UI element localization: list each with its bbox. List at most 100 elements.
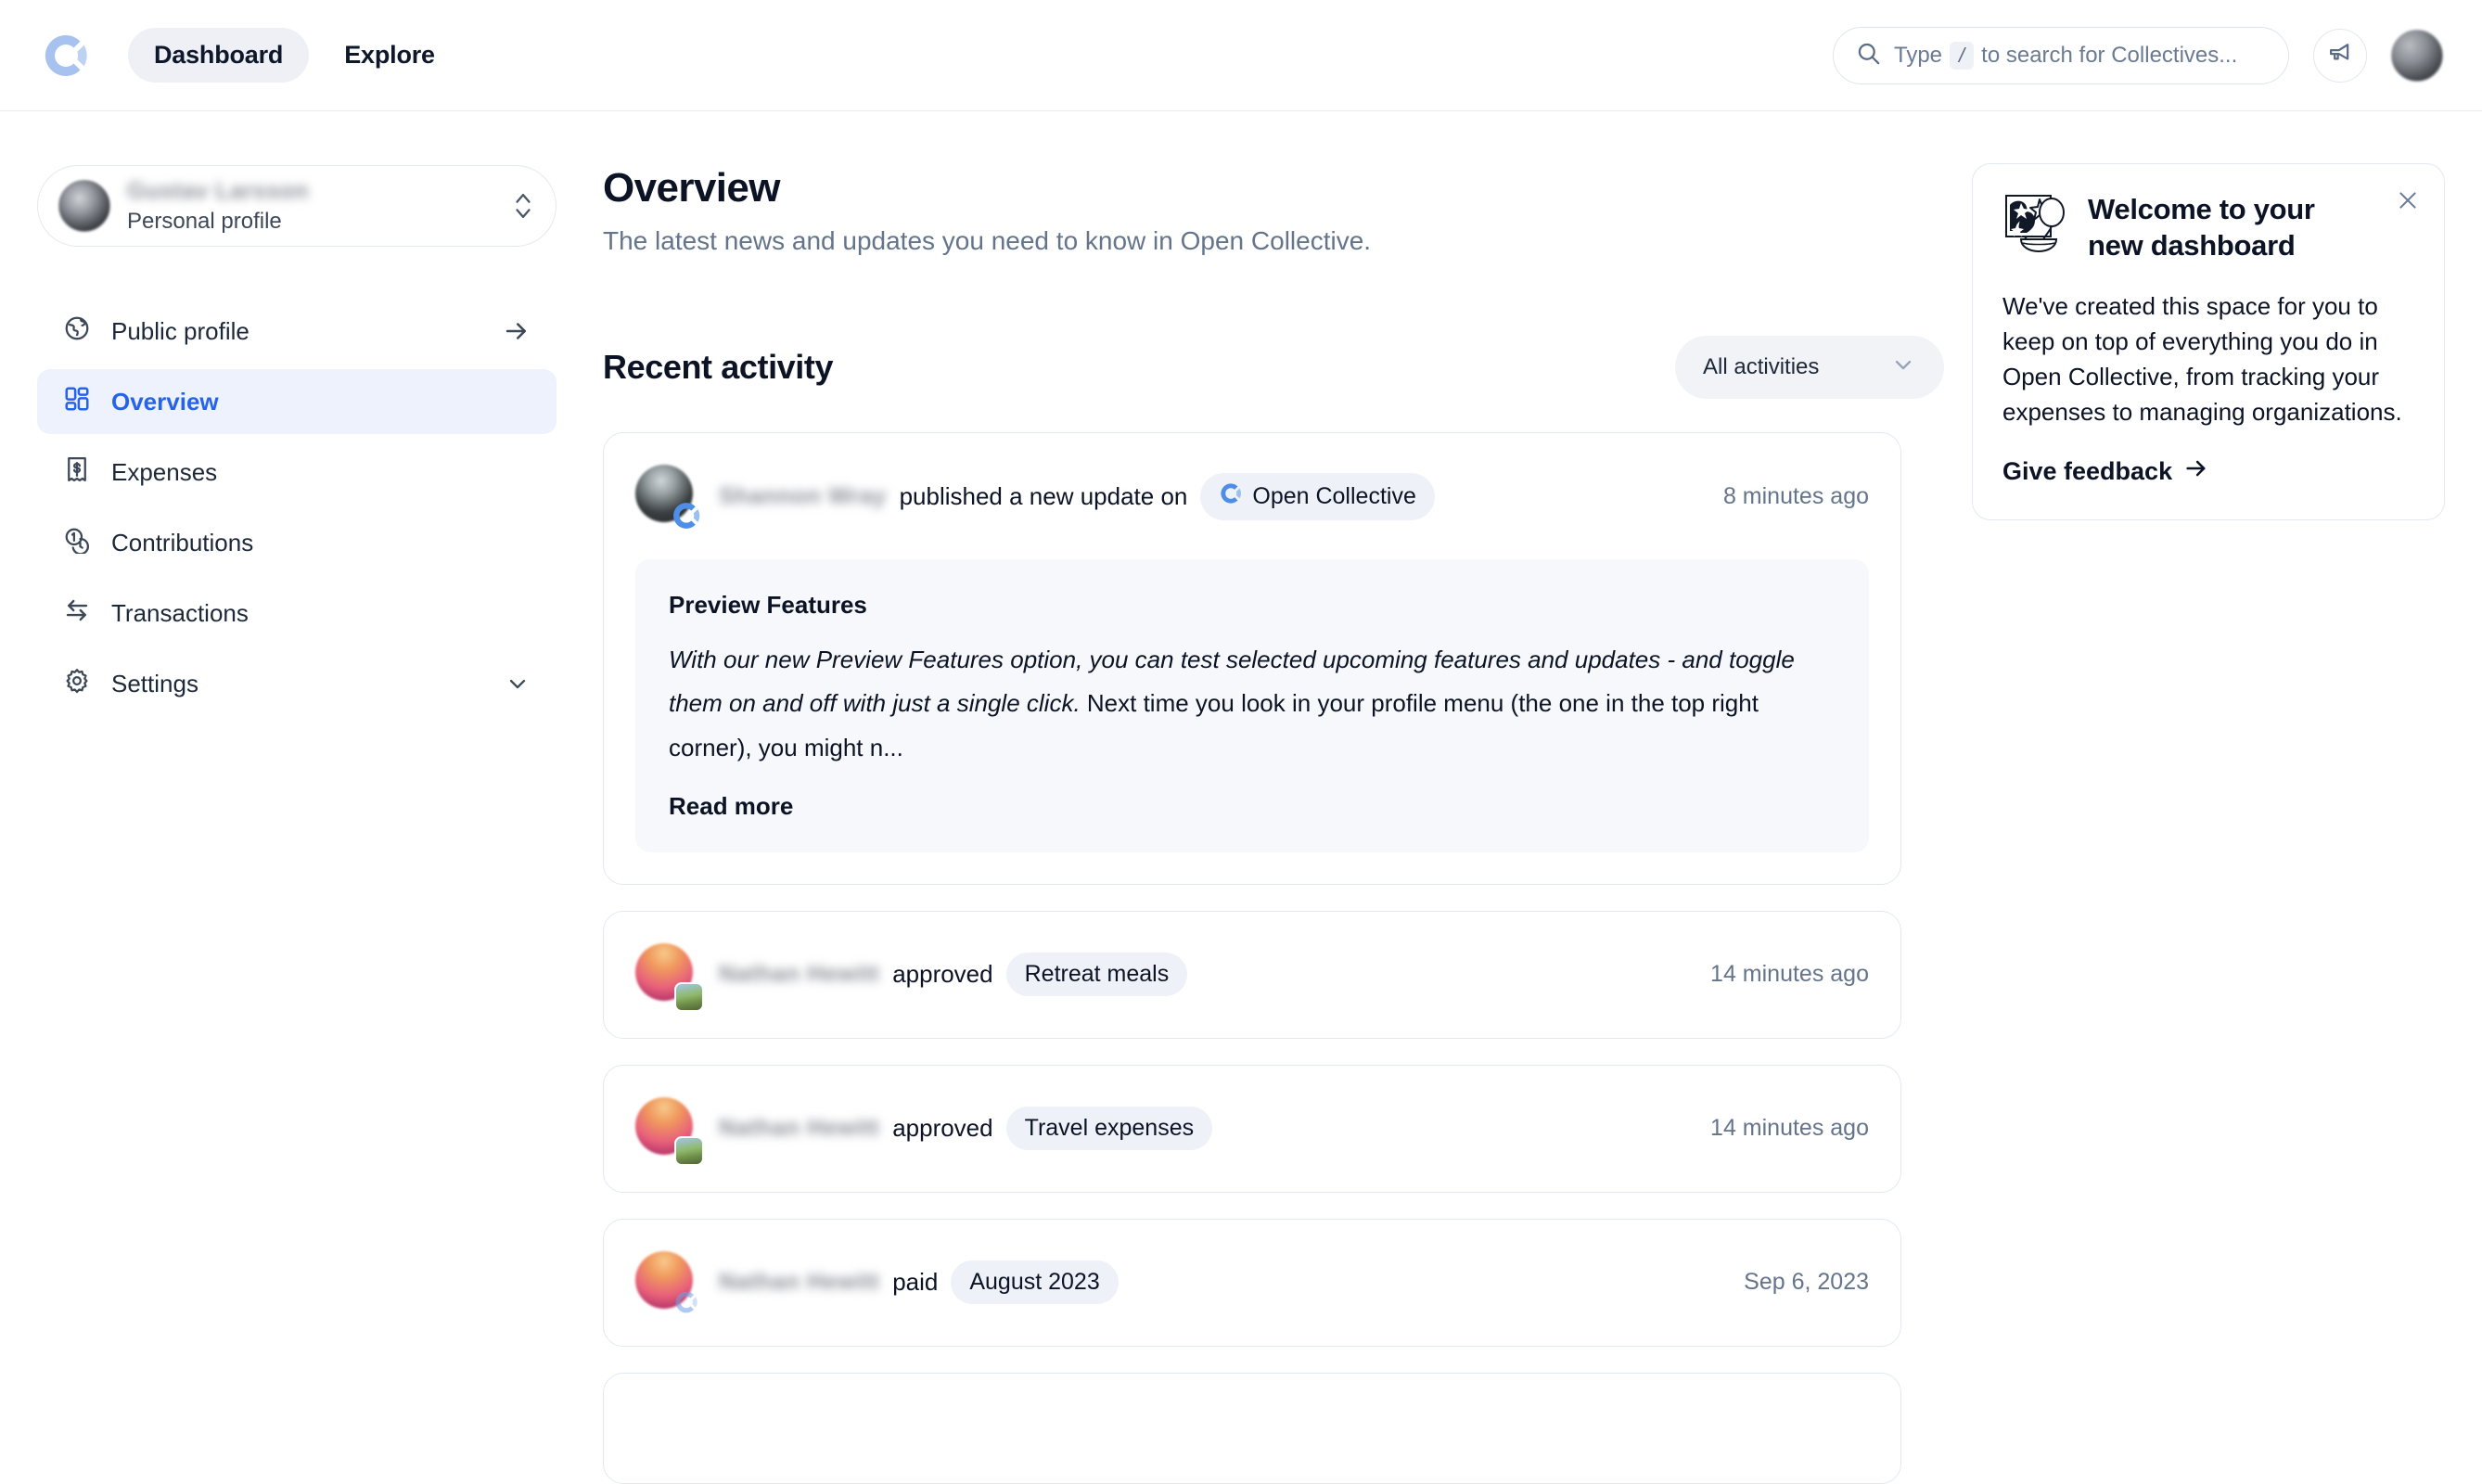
activity-target-chip[interactable]: Travel expenses <box>1006 1107 1213 1150</box>
profile-text: Gustav Larsson Personal profile <box>127 178 309 235</box>
topbar-right-group: Type / to search for Collectives... <box>1833 27 2443 84</box>
activity-verb: published a new update on <box>900 482 1188 511</box>
picture-balloon-bowl-illustration <box>2002 192 2067 258</box>
activity-text: Nathan Hewitt paid August 2023 <box>719 1260 1119 1304</box>
read-more-link[interactable]: Read more <box>669 792 1836 821</box>
activity-card[interactable] <box>603 1373 1901 1484</box>
activity-target-chip[interactable]: Open Collective <box>1200 473 1434 520</box>
activity-actor: Nathan Hewitt <box>719 1115 879 1142</box>
activity-timestamp: 8 minutes ago <box>1701 483 1869 510</box>
profile-name: Gustav Larsson <box>127 178 309 205</box>
activity-target-chip[interactable]: August 2023 <box>951 1260 1118 1304</box>
activity-card[interactable]: Nathan Hewitt approved Retreat meals 14 … <box>603 911 1901 1039</box>
update-body: With our new Preview Features option, yo… <box>669 638 1836 770</box>
open-collective-logo <box>669 498 704 533</box>
chevron-down-icon[interactable] <box>505 671 531 697</box>
activity-filter-dropdown[interactable]: All activities <box>1675 336 1944 399</box>
activity-row: Nathan Hewitt approved Travel expenses 1… <box>604 1066 1900 1192</box>
profile-subtitle: Personal profile <box>127 209 309 235</box>
top-navigation-bar: Dashboard Explore Type / to search for C… <box>0 0 2482 111</box>
open-collective-logo <box>1219 481 1243 512</box>
sidebar-item-contributions[interactable]: Contributions <box>37 510 557 575</box>
welcome-title: Welcome to your new dashboard <box>2088 192 2370 264</box>
grid-icon <box>63 385 91 419</box>
coins-icon <box>63 526 91 560</box>
search-icon <box>1856 41 1881 70</box>
arrow-right-icon <box>2183 455 2209 488</box>
sidebar-item-label: Expenses <box>111 458 217 487</box>
search-input[interactable]: Type / to search for Collectives... <box>1833 27 2289 84</box>
activity-text: Shannon Wray published a new update on O… <box>719 473 1435 520</box>
arrow-right-icon <box>503 317 531 345</box>
recent-activity-header: Recent activity All activities <box>603 336 1944 399</box>
profile-switcher[interactable]: Gustav Larsson Personal profile <box>37 165 557 247</box>
nav-tab-dashboard[interactable]: Dashboard <box>128 28 309 83</box>
activity-row: Nathan Hewitt paid August 2023 Sep 6, 20… <box>604 1220 1900 1346</box>
give-feedback-link[interactable]: Give feedback <box>2002 455 2414 488</box>
sidebar-nav: Public profile Overview <box>37 278 557 716</box>
update-preview: Preview Features With our new Preview Fe… <box>635 559 1869 852</box>
update-title: Preview Features <box>669 591 1836 620</box>
activity-card[interactable]: Nathan Hewitt paid August 2023 Sep 6, 20… <box>603 1219 1901 1347</box>
sidebar-item-settings[interactable]: Settings <box>37 651 557 716</box>
welcome-panel: Welcome to your new dashboard We've crea… <box>1972 163 2445 520</box>
open-collective-logo[interactable] <box>39 29 93 83</box>
recent-activity-title: Recent activity <box>603 348 833 387</box>
page-body: Gustav Larsson Personal profile <box>0 111 2482 1417</box>
avatar[interactable] <box>2391 30 2443 82</box>
activity-actor: Nathan Hewitt <box>719 1269 879 1296</box>
page-title: Overview <box>603 165 1944 211</box>
activity-row: Shannon Wray published a new update on O… <box>604 433 1900 559</box>
search-prefix: Type <box>1894 43 1942 69</box>
sidebar-item-overview[interactable]: Overview <box>37 369 557 434</box>
globe-icon <box>63 314 91 349</box>
activity-timestamp: 14 minutes ago <box>1688 961 1869 988</box>
sidebar-item-label: Public profile <box>111 317 249 346</box>
page-subtitle: The latest news and updates you need to … <box>603 226 1944 256</box>
activity-verb: approved <box>892 960 992 989</box>
chevron-up-down-icon <box>511 187 535 224</box>
profile-avatar <box>58 180 110 232</box>
search-placeholder: Type / to search for Collectives... <box>1894 42 2237 70</box>
collective-badge-icon <box>669 1285 704 1320</box>
chevron-down-icon <box>1890 352 1916 384</box>
sidebar-item-label: Contributions <box>111 529 253 557</box>
avatar <box>635 1097 698 1160</box>
activity-feed: Shannon Wray published a new update on O… <box>603 432 1901 1484</box>
activity-target-chip[interactable]: Retreat meals <box>1006 953 1188 996</box>
sidebar-item-label: Overview <box>111 388 219 416</box>
activity-text: Nathan Hewitt approved Travel expenses <box>719 1107 1212 1150</box>
spacer <box>37 278 557 293</box>
activity-card[interactable]: Shannon Wray published a new update on O… <box>603 432 1901 885</box>
sidebar: Gustav Larsson Personal profile <box>0 111 594 1417</box>
nav-tab-explore[interactable]: Explore <box>318 28 461 83</box>
gear-icon <box>63 667 91 701</box>
give-feedback-label: Give feedback <box>2002 457 2172 486</box>
collective-badge-icon <box>674 1136 704 1166</box>
close-icon[interactable] <box>2396 188 2420 217</box>
transfer-arrows-icon <box>63 596 91 631</box>
primary-nav-tabs: Dashboard Explore <box>128 28 461 83</box>
activity-verb: approved <box>892 1114 992 1143</box>
activity-timestamp: Sep 6, 2023 <box>1721 1269 1869 1296</box>
sidebar-item-public-profile[interactable]: Public profile <box>37 299 557 364</box>
avatar <box>635 943 698 1006</box>
search-slash-key: / <box>1950 42 1974 70</box>
activity-timestamp: 14 minutes ago <box>1688 1115 1869 1142</box>
activity-card[interactable]: Nathan Hewitt approved Travel expenses 1… <box>603 1065 1901 1193</box>
sidebar-item-transactions[interactable]: Transactions <box>37 581 557 646</box>
activity-actor: Shannon Wray <box>719 483 887 510</box>
sidebar-item-label: Transactions <box>111 599 249 628</box>
activity-target-label: Open Collective <box>1252 483 1415 510</box>
megaphone-icon <box>2327 40 2353 70</box>
welcome-body: We've created this space for you to keep… <box>2002 288 2414 430</box>
avatar <box>635 1251 698 1314</box>
megaphone-button[interactable] <box>2313 29 2367 83</box>
sidebar-item-label: Settings <box>111 670 198 698</box>
activity-text: Nathan Hewitt approved Retreat meals <box>719 953 1187 996</box>
sidebar-item-expenses[interactable]: Expenses <box>37 440 557 505</box>
welcome-header: Welcome to your new dashboard <box>2002 192 2414 264</box>
main-content: Overview The latest news and updates you… <box>594 111 1944 1417</box>
collective-badge-icon <box>674 982 704 1012</box>
activity-row: Nathan Hewitt approved Retreat meals 14 … <box>604 912 1900 1038</box>
